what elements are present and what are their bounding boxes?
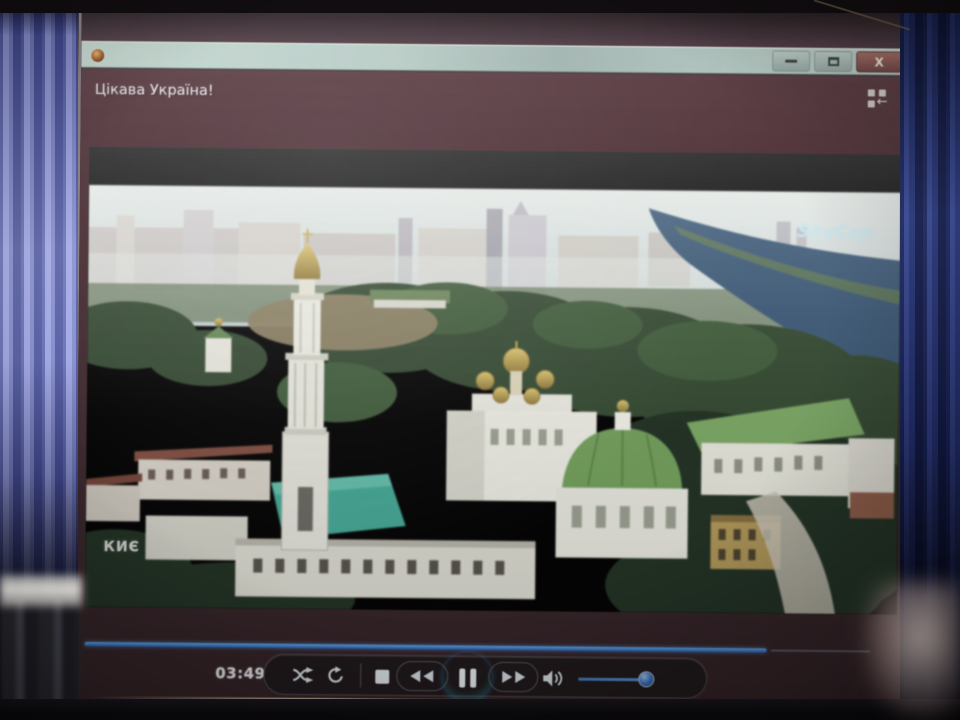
fast-forward-button[interactable]: [488, 662, 538, 692]
repeat-icon: [326, 666, 346, 684]
rewind-button[interactable]: [396, 661, 448, 691]
close-icon: X: [874, 55, 883, 69]
switch-to-library-button[interactable]: ←: [868, 89, 892, 111]
controls-pill: [263, 654, 707, 699]
projector-screen: X Цікава Україна! ←: [72, 5, 909, 711]
shuffle-icon: [292, 667, 314, 683]
pause-icon: [459, 668, 476, 687]
switch-to-library-icon: [868, 89, 875, 96]
video-scene: [85, 185, 901, 615]
photo-of-projection: X Цікава Україна! ←: [0, 0, 960, 720]
video-viewport[interactable]: SkyCap КИЄ: [85, 147, 901, 615]
library-arrow-glyph: ←: [877, 95, 888, 108]
fast-forward-icon: [499, 670, 527, 684]
shuffle-button[interactable]: [292, 667, 314, 683]
volume-icon: [542, 669, 566, 687]
video-watermark: SkyCap: [796, 222, 876, 243]
close-button[interactable]: X: [856, 51, 902, 72]
restore-icon: [828, 57, 839, 66]
light-reflection: [0, 575, 82, 607]
now-playing-title: Цікава Україна!: [95, 82, 214, 99]
volume-thumb[interactable]: [638, 671, 654, 687]
floor-shadow: [0, 699, 960, 720]
lens-glow: [862, 582, 960, 720]
restore-button[interactable]: [814, 51, 852, 72]
stop-button[interactable]: [374, 669, 389, 684]
minimize-button[interactable]: [772, 50, 810, 71]
mute-button[interactable]: [542, 669, 566, 687]
window-buttons: X: [772, 50, 902, 73]
minimize-icon: [785, 60, 797, 63]
stop-icon: [375, 669, 389, 683]
seek-remainder: [771, 649, 871, 652]
volume-slider[interactable]: [578, 670, 660, 689]
media-player-window: X Цікава Україна! ←: [75, 5, 907, 711]
video-caption: КИЄ: [103, 539, 140, 555]
controls-divider: [360, 664, 361, 688]
pause-button[interactable]: [442, 652, 492, 702]
volume-fill: [578, 678, 646, 682]
rewind-icon: [408, 669, 436, 683]
window-icon: [90, 48, 105, 63]
repeat-button[interactable]: [326, 666, 346, 684]
